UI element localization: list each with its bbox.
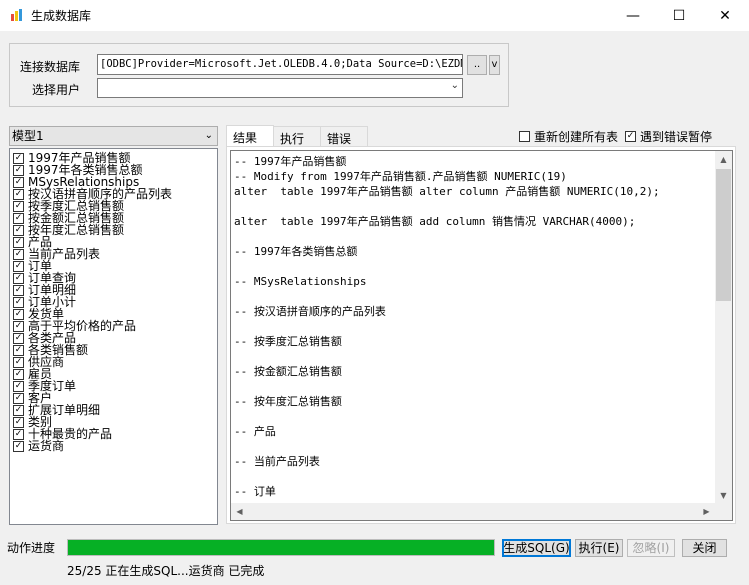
sql-line: -- 按年度汇总销售额 (234, 395, 342, 408)
checkbox-checked-icon[interactable]: ✓ (13, 188, 24, 200)
sql-line: -- 当前产品列表 (234, 455, 320, 468)
checkbox-checked-icon[interactable]: ✓ (13, 200, 24, 212)
window-title: 生成数据库 (31, 9, 92, 23)
checkbox-checked-icon[interactable]: ✓ (13, 392, 24, 404)
scrollbar-thumb[interactable] (716, 169, 731, 301)
list-item[interactable]: ✓ 当前产品列表 (13, 248, 100, 260)
browse-button[interactable]: .. (467, 55, 487, 75)
checkbox-checked-icon[interactable]: ✓ (13, 440, 24, 452)
checkbox-checked-icon[interactable]: ✓ (13, 320, 24, 332)
vertical-scrollbar[interactable]: ▲ ▼ (715, 151, 732, 504)
checkbox-checked-icon: ✓ (625, 131, 636, 142)
sql-line: alter table 1997年产品销售额 alter column 产品销售… (234, 185, 660, 198)
checkbox-checked-icon[interactable]: ✓ (13, 248, 24, 260)
tab-execute-label: 执行 (280, 132, 305, 146)
ignore-button[interactable]: 忽略(I) (627, 539, 675, 557)
list-item-label: 运货商 (28, 439, 65, 453)
checkbox-icon (519, 131, 530, 142)
status-text: 25/25 正在生成SQL...运货商 已完成 (67, 564, 265, 578)
sql-line: -- 按金额汇总销售额 (234, 365, 342, 378)
sql-line: -- 1997年产品销售额 (234, 155, 347, 168)
user-label: 选择用户 (32, 83, 81, 97)
sql-line: -- 按季度汇总销售额 (234, 335, 342, 348)
generate-sql-button[interactable]: 生成SQL(G) (502, 539, 571, 557)
user-select[interactable]: ⌄ (97, 78, 463, 98)
checkbox-checked-icon[interactable]: ✓ (13, 152, 24, 164)
table-checklist[interactable]: ✓ 1997年产品销售额 ✓ 1997年各类销售总额 ✓ MSysRelationship… (9, 148, 218, 525)
scroll-up-icon[interactable]: ▲ (715, 151, 732, 168)
recreate-all-label: 重新创建所有表 (534, 130, 619, 144)
checkbox-checked-icon[interactable]: ✓ (13, 368, 24, 380)
sql-line: -- 按汉语拼音顺序的产品列表 (234, 305, 386, 318)
checkbox-checked-icon[interactable]: ✓ (13, 428, 24, 440)
app-icon (11, 9, 22, 21)
checkbox-checked-icon[interactable]: ✓ (13, 356, 24, 368)
pause-on-error-checkbox[interactable]: ✓ 遇到错误暂停 (625, 128, 712, 145)
sql-line: -- 订单 (234, 485, 276, 498)
sql-line: -- MSysRelationships (234, 275, 367, 288)
checkbox-checked-icon[interactable]: ✓ (13, 404, 24, 416)
execute-button[interactable]: 执行(E) (575, 539, 623, 557)
connection-dropdown-button[interactable]: v (489, 55, 500, 75)
title-bar: 生成数据库 — ☐ ✕ (0, 0, 749, 31)
maximize-button[interactable]: ☐ (656, 0, 702, 31)
scroll-down-icon[interactable]: ▼ (715, 487, 732, 504)
sql-line: -- 1997年各类销售总额 (234, 245, 358, 258)
sql-output[interactable]: -- 订单 -- 当前产品列表 -- 产品 -- 按年度汇总销售额 -- 按金额汇总销售… (230, 150, 733, 521)
db-label: 连接数据库 (20, 60, 81, 74)
checkbox-checked-icon[interactable]: ✓ (13, 236, 24, 248)
sql-line: -- Modify from 1997年产品销售额.产品销售额 NUMERIC(… (234, 170, 567, 183)
minimize-button[interactable]: — (610, 0, 656, 31)
scroll-right-icon[interactable]: ▶ (698, 503, 715, 520)
maximize-icon: ☐ (672, 7, 686, 24)
horizontal-scrollbar[interactable]: ◀ ▶ (231, 503, 732, 520)
progress-bar (67, 539, 495, 556)
checkbox-checked-icon[interactable]: ✓ (13, 224, 24, 236)
tab-results[interactable]: 结果 (226, 125, 274, 147)
tab-errors-label: 错误 (327, 132, 352, 146)
tab-errors[interactable]: 错误 (320, 126, 368, 147)
recreate-all-checkbox[interactable]: 重新创建所有表 (519, 128, 618, 145)
checkbox-checked-icon[interactable]: ✓ (13, 176, 24, 188)
list-item[interactable]: ✓ 扩展订单明细 (13, 404, 100, 416)
sql-line: -- 产品 (234, 425, 276, 438)
connection-string-field[interactable]: [ODBC]Provider=Microsoft.Jet.OLEDB.4.0;D… (97, 54, 463, 75)
checkbox-checked-icon[interactable]: ✓ (13, 260, 24, 272)
checkbox-checked-icon[interactable]: ✓ (13, 344, 24, 356)
close-button[interactable]: ✕ (702, 0, 748, 31)
checkbox-checked-icon[interactable]: ✓ (13, 332, 24, 344)
chevron-down-icon: ⌄ (204, 130, 213, 141)
checkbox-checked-icon[interactable]: ✓ (13, 296, 24, 308)
close-icon: ✕ (719, 7, 731, 24)
chevron-down-icon: ⌄ (450, 80, 459, 91)
scroll-left-icon[interactable]: ◀ (231, 503, 248, 520)
minimize-icon: — (626, 7, 640, 24)
close-dialog-button[interactable]: 关闭 (682, 539, 727, 557)
list-item[interactable]: ✓ 运货商 (13, 440, 64, 452)
checkbox-checked-icon[interactable]: ✓ (13, 380, 24, 392)
checkbox-checked-icon[interactable]: ✓ (13, 272, 24, 284)
model-select-value: 模型1 (12, 129, 44, 143)
progress-fill (68, 540, 494, 555)
results-panel: -- 订单 -- 当前产品列表 -- 产品 -- 按年度汇总销售额 -- 按金额汇总销售… (226, 146, 736, 524)
model-select[interactable]: 模型1 ⌄ (9, 126, 218, 146)
checkbox-checked-icon[interactable]: ✓ (13, 416, 24, 428)
checkbox-checked-icon[interactable]: ✓ (13, 164, 24, 176)
sql-line: alter table 1997年产品销售额 add column 销售情况 V… (234, 215, 636, 228)
checkbox-checked-icon[interactable]: ✓ (13, 284, 24, 296)
progress-label: 动作进度 (7, 541, 56, 555)
checkbox-checked-icon[interactable]: ✓ (13, 308, 24, 320)
tab-results-label: 结果 (233, 131, 258, 145)
checkbox-checked-icon[interactable]: ✓ (13, 212, 24, 224)
tab-execute[interactable]: 执行 (273, 126, 321, 147)
pause-on-error-label: 遇到错误暂停 (640, 130, 713, 144)
